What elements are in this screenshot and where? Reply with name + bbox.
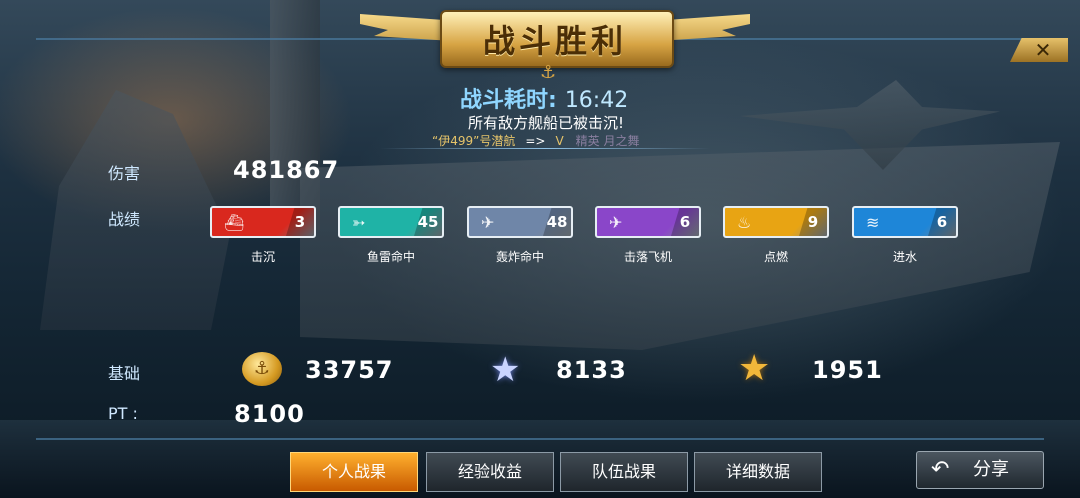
pt-label: PT : xyxy=(108,404,138,423)
badge-torpedo: ➳ 45 xyxy=(338,206,444,238)
badge-count: 45 xyxy=(414,208,442,236)
badge-label: 击落飞机 xyxy=(623,250,672,264)
back-arrow-icon: ↶ xyxy=(931,457,950,482)
badge-fire: ♨ 9 xyxy=(723,206,829,238)
bomb-icon: ✈ xyxy=(481,213,495,232)
badge-count: 48 xyxy=(543,208,571,236)
tab-personal-results[interactable]: 个人战果 xyxy=(290,452,418,492)
badge-flood: ≋ 6 xyxy=(852,206,958,238)
share-label: 分享 xyxy=(973,459,1009,480)
badge-label: 击沉 xyxy=(250,250,275,264)
silver-star-value: 8133 xyxy=(556,356,627,384)
damage-label: 伤害 xyxy=(108,164,141,183)
close-icon: ✕ xyxy=(1034,38,1052,62)
panel-bottom-line xyxy=(36,438,1044,440)
damage-value: 481867 xyxy=(233,156,340,184)
pt-value: 8100 xyxy=(234,400,305,428)
silver-star-icon: ★ xyxy=(490,350,521,390)
battle-duration: 战斗耗时: 16:42 xyxy=(460,82,628,114)
divider xyxy=(380,148,710,149)
torpedo-icon: ➳ xyxy=(352,213,366,232)
victory-banner: 战斗胜利 ⚓ xyxy=(360,0,750,83)
badge-count: 6 xyxy=(671,208,699,236)
badge-bomb: ✈ 48 xyxy=(467,206,573,238)
next-text: 精英 月之舞 xyxy=(575,134,640,148)
badge-label: 点燃 xyxy=(763,250,788,264)
badge-count: 9 xyxy=(799,208,827,236)
badge-count: 6 xyxy=(928,208,956,236)
gold-coin-icon: ⚓ xyxy=(242,352,282,386)
anchor-icon: ⚓ xyxy=(540,62,557,83)
progress-arrow: => xyxy=(525,134,546,148)
ship-progress: “伊499”号潜航 => V 精英 月之舞 xyxy=(432,132,640,149)
badge-plane-down: ✈ 6 xyxy=(595,206,701,238)
grade-text: V xyxy=(555,134,564,148)
badge-count: 3 xyxy=(286,208,314,236)
share-button[interactable]: ↶ 分享 xyxy=(916,451,1044,489)
duration-label: 战斗耗时: xyxy=(460,88,557,113)
tab-team-results[interactable]: 队伍战果 xyxy=(560,452,688,492)
victory-title: 战斗胜利 xyxy=(482,22,627,60)
gold-star-icon: ★ xyxy=(738,348,771,389)
record-label: 战绩 xyxy=(108,210,141,229)
base-label: 基础 xyxy=(108,364,141,383)
gold-star-value: 1951 xyxy=(812,356,883,384)
coins-value: 33757 xyxy=(305,356,394,384)
fire-icon: ♨ xyxy=(737,213,752,232)
badge-label: 鱼雷命中 xyxy=(366,250,415,264)
badge-label: 进水 xyxy=(892,250,917,264)
plane-down-icon: ✈ xyxy=(609,213,623,232)
submarine-name: “伊499”号潜航 xyxy=(432,134,516,148)
tab-experience[interactable]: 经验收益 xyxy=(426,452,554,492)
flood-icon: ≋ xyxy=(866,213,880,232)
duration-value: 16:42 xyxy=(564,88,629,113)
result-text: 所有敌方舰船已被击沉! xyxy=(468,114,625,132)
sunk-ship-icon: ⛴ xyxy=(224,213,245,232)
tab-details[interactable]: 详细数据 xyxy=(694,452,822,492)
badge-sunk: ⛴ 3 xyxy=(210,206,316,238)
badge-label: 轰炸命中 xyxy=(495,250,544,264)
